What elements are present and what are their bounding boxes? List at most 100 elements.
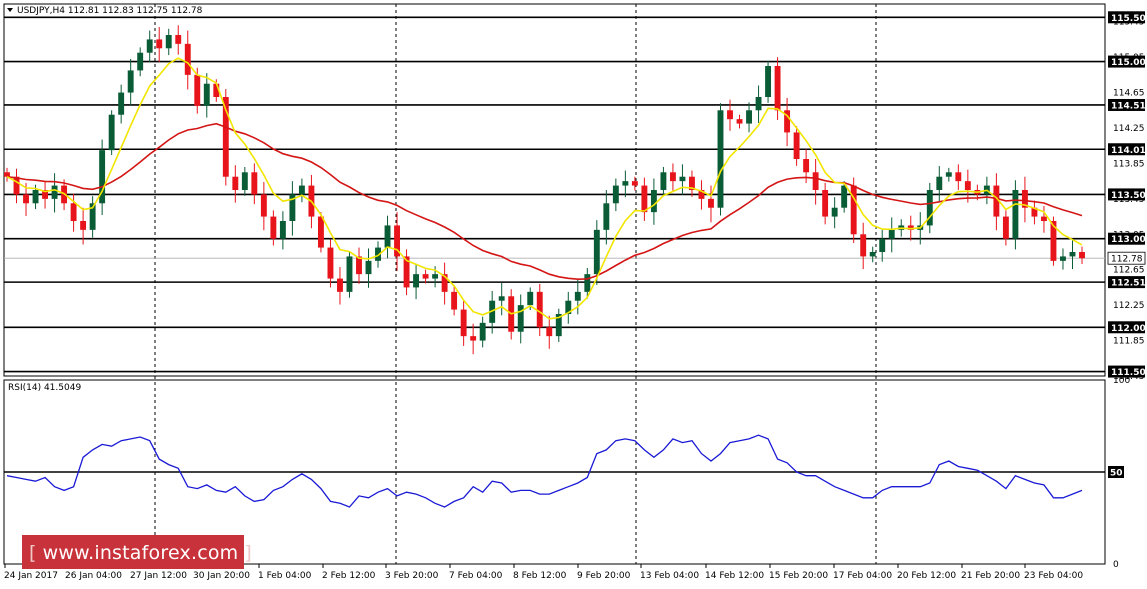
candle-bear	[70, 203, 77, 221]
candle-bull	[527, 291, 534, 306]
candle-bear	[194, 74, 201, 106]
candle-bull	[298, 185, 305, 195]
candle-bull	[365, 260, 372, 275]
candle-bull	[146, 39, 153, 53]
time-axis-label: 26 Jan 04:00	[65, 571, 122, 581]
fast-moving-average	[6, 57, 1083, 320]
level-label: 114.51	[1111, 101, 1146, 111]
candle-bear	[793, 132, 800, 159]
candle-bear	[251, 172, 258, 195]
time-axis-label: 27 Jan 12:00	[130, 571, 187, 581]
candle-bear	[270, 216, 277, 239]
candle-bull	[108, 114, 115, 151]
time-axis-label: 14 Feb 12:00	[705, 571, 764, 581]
candle-bear	[1002, 216, 1009, 239]
candle-bear	[4, 172, 10, 177]
candle-bear	[727, 110, 733, 120]
slow-moving-average	[6, 122, 1083, 281]
candle-bear	[736, 119, 743, 124]
candle-bear	[708, 198, 714, 208]
candle-bear	[964, 181, 971, 190]
candle-bear	[23, 194, 29, 204]
time-axis-label: 7 Feb 04:00	[449, 571, 503, 581]
candle-bear	[451, 291, 458, 310]
price-tick-label: 112.65	[1113, 266, 1145, 276]
candle-bear	[812, 172, 819, 190]
watermark-logo: [www.instaforex.com]	[22, 535, 252, 569]
candle-bear	[470, 336, 477, 341]
time-axis-label: 3 Feb 20:00	[385, 571, 439, 581]
candle-bull	[32, 190, 39, 204]
candle-bull	[118, 92, 125, 115]
candle-bear	[669, 172, 676, 182]
candle-bull	[888, 229, 895, 239]
candle-bull	[165, 35, 172, 49]
candle-bull	[612, 185, 619, 204]
candle-bull	[346, 256, 353, 292]
time-axis-label: 17 Feb 04:00	[833, 571, 892, 581]
candle-bear	[260, 194, 267, 217]
price-tick-label: 114.65	[1113, 89, 1145, 99]
level-label: 115.00	[1111, 58, 1146, 68]
candle-bear	[774, 66, 781, 111]
candle-bull	[241, 172, 248, 190]
candle-bear	[422, 274, 429, 279]
candle-bear	[822, 190, 829, 217]
candle-bear	[860, 234, 867, 257]
price-tick-label: 113.85	[1113, 159, 1145, 169]
candle-bear	[546, 327, 553, 337]
rsi-tick-label: 0	[1113, 560, 1119, 570]
rsi-level-label: 50	[1110, 469, 1123, 479]
candle-bear	[327, 247, 334, 279]
chart-stage: 115.45115.05114.65114.25113.85113.45113.…	[0, 0, 1147, 585]
level-label: 115.50	[1111, 14, 1146, 24]
time-axis-label: 2 Feb 12:00	[322, 571, 376, 581]
rsi-title: RSI(14) 41.5049	[8, 383, 81, 393]
candle-bear	[1040, 216, 1047, 221]
candle-bear	[175, 35, 182, 44]
candle-bear	[156, 39, 163, 49]
candle-bull	[622, 181, 629, 186]
level-label: 112.00	[1111, 324, 1146, 334]
time-axis-label: 30 Jan 20:00	[193, 571, 250, 581]
candle-bull	[574, 291, 581, 301]
level-label: 112.51	[1111, 279, 1146, 289]
chart-header: USDJPY,H4 112.81 112.83 112.75 112.78	[17, 6, 203, 16]
time-axis-label: 23 Feb 04:00	[1024, 571, 1083, 581]
candle-bull	[203, 83, 210, 106]
time-axis-label: 13 Feb 04:00	[640, 571, 699, 581]
candle-bull	[1012, 190, 1019, 239]
candle-bull	[831, 207, 838, 217]
candle-bull	[279, 221, 286, 239]
level-label: 114.01	[1111, 146, 1146, 156]
candle-bull	[679, 176, 686, 182]
candle-bull	[593, 229, 600, 275]
candle-bear	[337, 278, 343, 292]
candle-bull	[879, 238, 886, 252]
candle-bull	[584, 274, 591, 292]
candle-bull	[755, 97, 762, 111]
candle-bear	[536, 291, 543, 328]
time-axis-label: 20 Feb 12:00	[897, 571, 956, 581]
candle-bear	[184, 43, 191, 75]
time-axis-label: 21 Feb 20:00	[961, 571, 1020, 581]
candle-bull	[660, 172, 667, 190]
candle-bear	[460, 309, 467, 337]
candle-bull	[869, 252, 876, 257]
candle-bull	[498, 296, 505, 301]
candle-bear	[1079, 252, 1085, 259]
time-axis-label: 24 Jan 2017	[4, 571, 58, 581]
rsi-tick-label: 100	[1113, 376, 1130, 386]
candle-bull	[936, 176, 943, 190]
candle-bear	[356, 256, 362, 275]
candle-bear	[232, 176, 239, 190]
candle-bull	[384, 225, 391, 248]
time-axis-label: 9 Feb 20:00	[577, 571, 631, 581]
price-tick-label: 112.25	[1113, 301, 1145, 311]
time-axis-label: 15 Feb 20:00	[769, 571, 828, 581]
candle-bull	[1069, 252, 1076, 257]
candle-bull	[479, 322, 486, 341]
candle-bull	[603, 203, 610, 230]
candle-bear	[850, 185, 857, 235]
level-label: 113.50	[1111, 191, 1146, 201]
